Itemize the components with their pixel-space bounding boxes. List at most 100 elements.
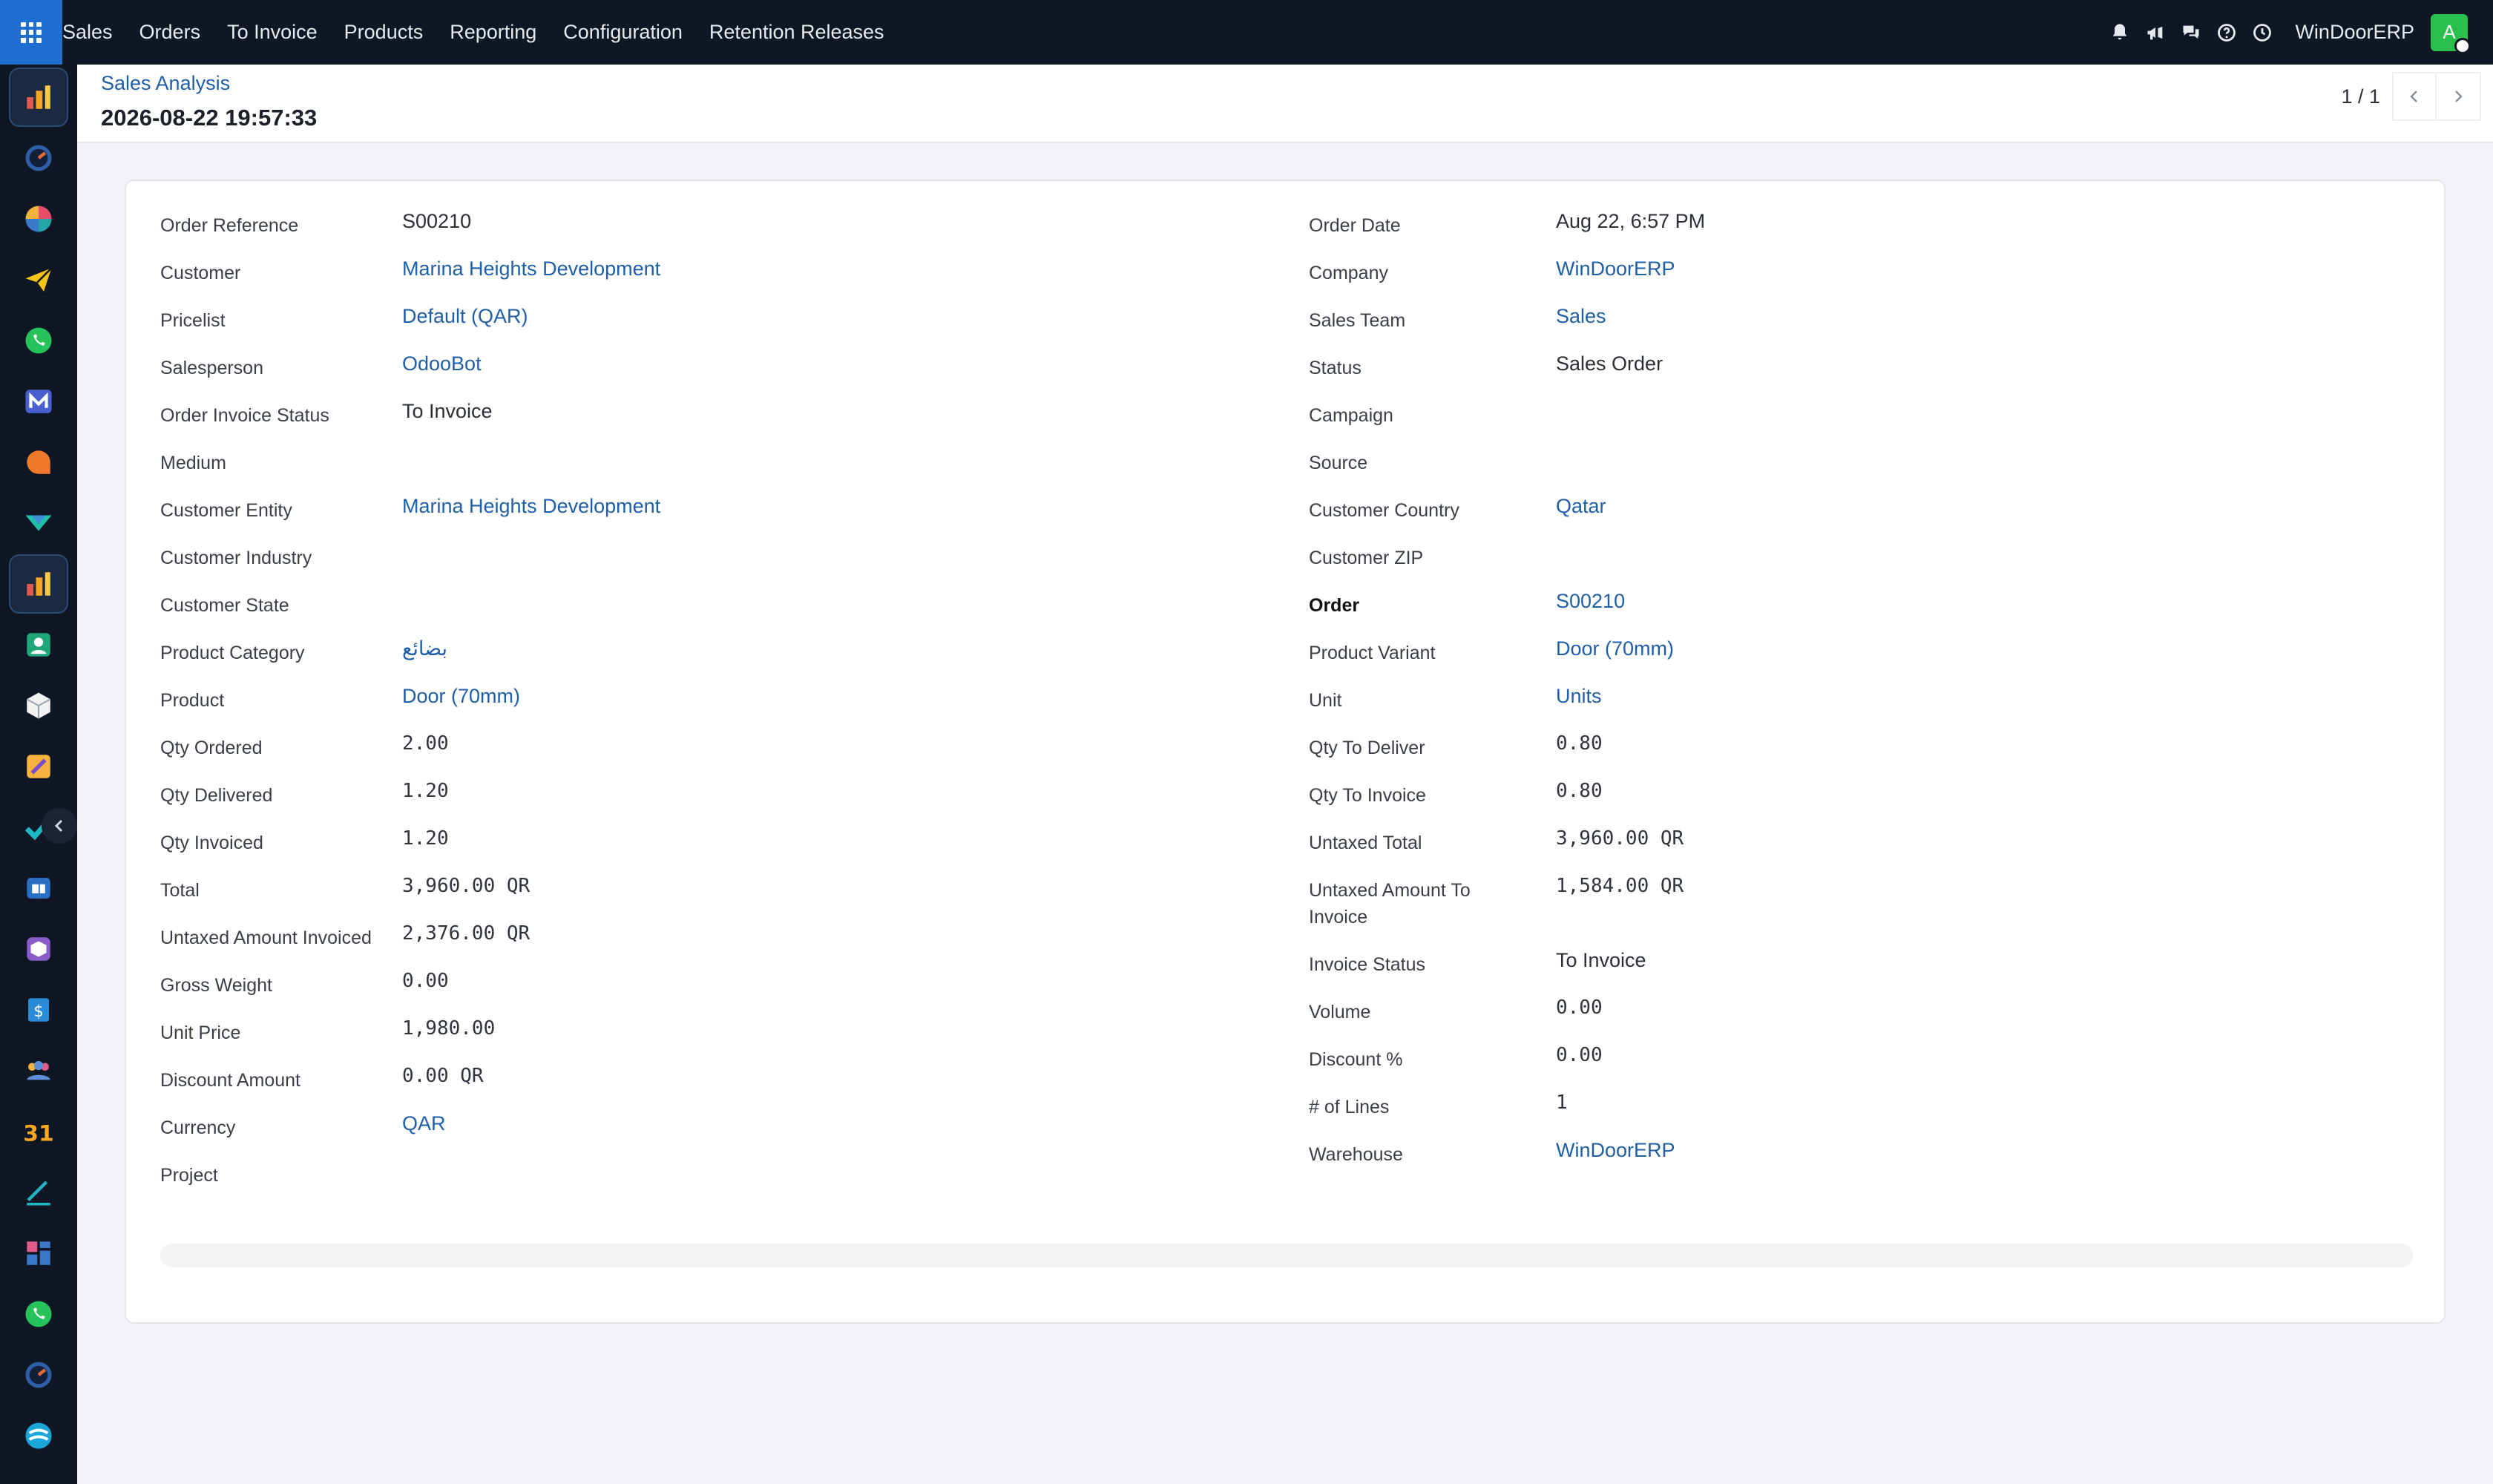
systray: WinDoorERP A: [2102, 0, 2493, 65]
sidebar-collapse-button[interactable]: [42, 808, 77, 844]
field-row-qty-delivered: Qty Delivered 1.20: [160, 775, 1273, 822]
field-value-unit[interactable]: Units: [1556, 681, 1602, 711]
field-row-unit: Unit Units: [1309, 680, 2407, 727]
chevron-right-icon: [2455, 91, 2463, 102]
documents-app-icon[interactable]: [9, 737, 68, 796]
field-row-customer-state: Customer State: [160, 585, 1273, 632]
field-row-untaxed-amount-invoiced: Untaxed Amount Invoiced 2,376.00 QR: [160, 917, 1273, 965]
field-row-customer-zip: Customer ZIP: [1309, 537, 2407, 585]
form-left-column: Order Reference S00210 Customer Marina Heig…: [160, 205, 1273, 1202]
field-value-customer-entity[interactable]: Marina Heights Development: [402, 491, 660, 521]
field-label-order-reference: Order Reference: [160, 215, 299, 236]
chat-bubble-app-icon[interactable]: [9, 433, 68, 492]
discuss-app-icon[interactable]: [9, 1406, 68, 1465]
field-row-salesperson: Salesperson OdooBot: [160, 347, 1273, 395]
chevron-left-icon: [54, 819, 63, 833]
app-menu-button[interactable]: [0, 0, 62, 65]
field-label-discount: Discount %: [1309, 1049, 1403, 1070]
field-value-currency[interactable]: QAR: [402, 1109, 446, 1138]
field-label-gross-weight: Gross Weight: [160, 975, 272, 996]
clock-icon[interactable]: [2244, 0, 2280, 65]
top-navbar: Sales Orders To Invoice Products Reporti…: [0, 0, 2493, 65]
field-value-order[interactable]: S00210: [1556, 586, 1625, 616]
field-value-gross-weight: 0.00: [402, 970, 449, 992]
contacts-app-icon[interactable]: [9, 615, 68, 674]
field-row-discount-amount: Discount Amount 0.00 QR: [160, 1060, 1273, 1107]
field-value-total: 3,960.00 QR: [402, 875, 531, 897]
field-label-customer-country: Customer Country: [1309, 500, 1459, 521]
svg-text:$: $: [33, 1002, 43, 1020]
field-value-discount: 0.00: [1556, 1044, 1603, 1066]
dial-app-2-icon[interactable]: [9, 1345, 68, 1405]
field-row-product: Product Door (70mm): [160, 680, 1273, 727]
form-right-column: Order Date Aug 22, 6:57 PM Company WinDoorE…: [1309, 205, 2407, 1181]
pager-next-button[interactable]: [2437, 72, 2481, 121]
field-row-qty-invoiced: Qty Invoiced 1.20: [160, 822, 1273, 870]
marketing-arrow-app-icon[interactable]: [9, 493, 68, 553]
sales-analysis-app-icon[interactable]: [9, 554, 68, 614]
whatsapp-app-icon[interactable]: [9, 311, 68, 370]
field-value-discount-amount: 0.00 QR: [402, 1065, 484, 1087]
invoicing-app-icon[interactable]: $: [9, 980, 68, 1040]
pager-previous-button[interactable]: [2392, 72, 2437, 121]
pie-app-icon[interactable]: [9, 189, 68, 249]
grid-icon: [21, 22, 42, 43]
inventory-app-icon[interactable]: [9, 676, 68, 735]
menu-sales[interactable]: Sales: [62, 0, 126, 65]
field-row-untaxed-total: Untaxed Total 3,960.00 QR: [1309, 822, 2407, 870]
menu-retention-releases[interactable]: Retention Releases: [696, 0, 898, 65]
dashboard-dial-app-icon[interactable]: [9, 128, 68, 188]
field-value-warehouse[interactable]: WinDoorERP: [1556, 1135, 1675, 1165]
field-value-customer-country[interactable]: Qatar: [1556, 491, 1606, 521]
field-row-customer-country: Customer Country Qatar: [1309, 490, 2407, 537]
field-value-product-category[interactable]: بضائع: [402, 634, 447, 663]
field-row-volume: Volume 0.00: [1309, 991, 2407, 1039]
field-label-volume: Volume: [1309, 1002, 1371, 1022]
field-row-qty-to-deliver: Qty To Deliver 0.80: [1309, 727, 2407, 775]
field-row-qty-ordered: Qty Ordered 2.00: [160, 727, 1273, 775]
sales-chart-app-icon[interactable]: [9, 68, 68, 127]
pager-value[interactable]: 1 / 1: [2341, 85, 2380, 108]
bell-icon[interactable]: [2102, 0, 2138, 65]
chevron-left-icon: [2410, 91, 2417, 102]
sign-app-icon[interactable]: [9, 1163, 68, 1222]
control-panel: Sales Analysis 2026-08-22 19:57:33 1 / 1: [77, 65, 2493, 143]
field-value-sales-team[interactable]: Sales: [1556, 301, 1606, 331]
telegram-app-icon[interactable]: [9, 250, 68, 309]
field-label-status: Status: [1309, 358, 1362, 378]
field-row-qty-to-invoice: Qty To Invoice 0.80: [1309, 775, 2407, 822]
chat-icon[interactable]: [2173, 0, 2209, 65]
menu-reporting[interactable]: Reporting: [436, 0, 550, 65]
chatter-placeholder: [160, 1244, 2413, 1267]
field-row-sales-team: Sales Team Sales: [1309, 300, 2407, 347]
field-value-customer[interactable]: Marina Heights Development: [402, 254, 660, 283]
menu-configuration[interactable]: Configuration: [550, 0, 696, 65]
menu-products[interactable]: Products: [331, 0, 437, 65]
field-value-company[interactable]: WinDoorERP: [1556, 254, 1675, 283]
field-label-qty-to-deliver: Qty To Deliver: [1309, 738, 1425, 758]
company-switcher[interactable]: WinDoorERP: [2295, 21, 2414, 44]
field-value-salesperson[interactable]: OdooBot: [402, 349, 482, 378]
menu-orders[interactable]: Orders: [126, 0, 214, 65]
field-row-product-variant: Product Variant Door (70mm): [1309, 632, 2407, 680]
knowledge-app-icon[interactable]: [9, 858, 68, 918]
calendar-app-icon[interactable]: 31: [9, 1102, 68, 1161]
dashboard-grid-app-icon[interactable]: [9, 1224, 68, 1283]
field-label-of-lines: # of Lines: [1309, 1097, 1390, 1117]
field-label-invoice-status: Invoice Status: [1309, 954, 1426, 975]
employees-app-icon[interactable]: [9, 1041, 68, 1100]
package-app-icon[interactable]: [9, 919, 68, 979]
user-avatar[interactable]: A: [2431, 13, 2471, 54]
megaphone-icon[interactable]: [2138, 0, 2173, 65]
field-value-product-variant[interactable]: Door (70mm): [1556, 634, 1674, 663]
field-label-qty-delivered: Qty Delivered: [160, 785, 273, 806]
help-icon[interactable]: [2209, 0, 2244, 65]
breadcrumb[interactable]: Sales Analysis: [101, 72, 230, 95]
field-row-order-invoice-status: Order Invoice Status To Invoice: [160, 395, 1273, 442]
pager: 1 / 1: [2341, 72, 2481, 121]
marketing-app-icon[interactable]: [9, 372, 68, 431]
whatsapp-app-2-icon[interactable]: [9, 1284, 68, 1344]
field-value-pricelist[interactable]: Default (QAR): [402, 301, 528, 331]
field-value-product[interactable]: Door (70mm): [402, 681, 520, 711]
menu-to-invoice[interactable]: To Invoice: [214, 0, 331, 65]
